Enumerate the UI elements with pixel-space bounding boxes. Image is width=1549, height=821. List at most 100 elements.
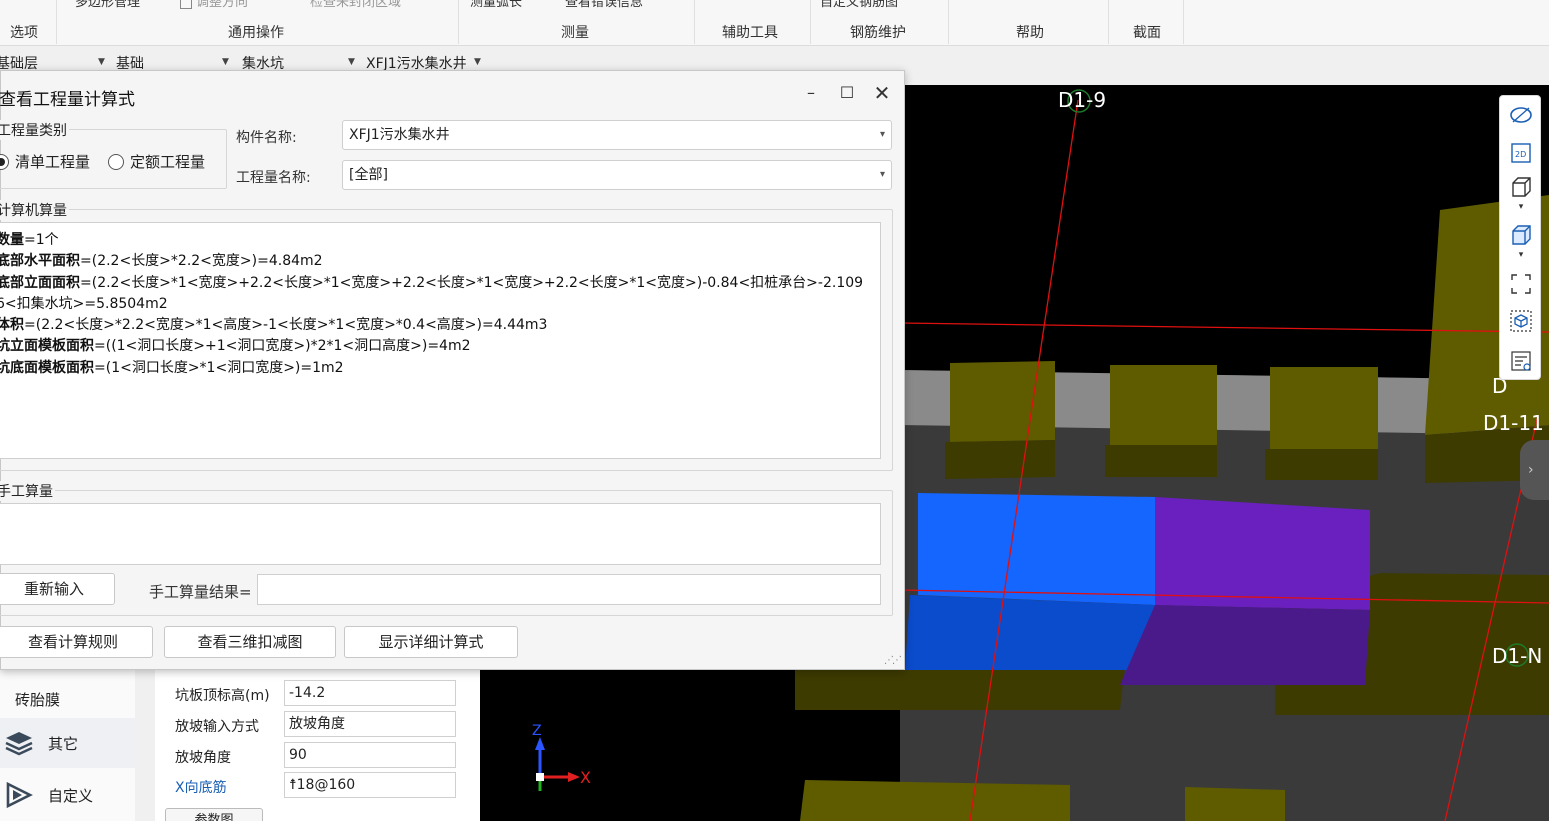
pile-cap-front xyxy=(800,780,1070,821)
reinput-button[interactable]: 重新输入 xyxy=(0,573,115,605)
property-key: X向底筋 xyxy=(175,780,227,796)
view-3d-deduction-button[interactable]: 查看三维扣减图 xyxy=(164,626,336,658)
quantity-name-label: 工程量名称: xyxy=(236,170,311,186)
property-value[interactable]: 90 xyxy=(284,742,456,768)
radio-quota-quantity[interactable]: 定额工程量 xyxy=(108,151,205,172)
computer-calc-textbox[interactable]: 数量=1个 底部水平面积=(2.2<长度>*2.2<宽度>)=4.84m2 底部立面… xyxy=(0,222,881,459)
2d-icon[interactable]: 2D xyxy=(1508,140,1534,166)
layers-icon xyxy=(5,732,33,756)
shaded-cube-icon[interactable] xyxy=(1508,222,1534,248)
component-view-icon[interactable] xyxy=(1508,308,1534,334)
group-aux-tools: 辅助工具 xyxy=(722,25,778,41)
component-combo[interactable]: XFJ1污水集水井 ▾ xyxy=(342,120,892,150)
sump-pit-top xyxy=(918,493,1155,605)
group-general: 通用操作 xyxy=(228,25,284,41)
group-help: 帮助 xyxy=(1016,25,1044,41)
property-value[interactable]: ☨18@160 xyxy=(284,772,456,798)
property-row: X向底筋 ☨18@160 xyxy=(165,771,465,801)
gizmo-origin xyxy=(536,773,544,781)
radio-checked-icon xyxy=(0,153,9,170)
group-section: 截面 xyxy=(1133,25,1161,41)
nav-item-brick-mold[interactable]: 砖胎膜 xyxy=(0,674,135,724)
view-errors-button[interactable]: 查看错误信息 xyxy=(565,0,643,10)
formula-line: 坑底面模板面积=(1<洞口长度>*1<洞口宽度>)=1m2 xyxy=(0,359,344,376)
formula-line: 底部水平面积=(2.2<长度>*2.2<宽度>)=4.84m2 xyxy=(0,253,323,270)
formula-lines: 数量=1个 底部水平面积=(2.2<长度>*2.2<宽度>)=4.84m2 底部立面… xyxy=(0,230,876,379)
manual-result-input[interactable] xyxy=(257,574,881,605)
custom-rebar-button[interactable]: 自定义钢筋图 xyxy=(820,0,898,10)
dialog-title: 查看工程量计算式 xyxy=(0,90,135,110)
chevron-down-icon: ▾ xyxy=(879,169,885,180)
ribbon-separator xyxy=(1183,0,1184,44)
pile-cap xyxy=(1270,367,1378,449)
maximize-icon[interactable]: ☐ xyxy=(835,81,859,105)
pile-cap-side xyxy=(1265,449,1378,480)
adjust-direction-checkbox[interactable]: 调整方向 xyxy=(180,0,248,10)
sump-well-side xyxy=(1120,605,1370,685)
list-view-icon[interactable] xyxy=(1508,348,1534,374)
ribbon-separator xyxy=(810,0,811,44)
chevron-down-icon: ▼ xyxy=(98,57,105,67)
property-value[interactable]: 放坡角度 xyxy=(284,711,456,737)
quantity-name-combo[interactable]: [全部] ▾ xyxy=(342,160,892,190)
view-calc-rules-button[interactable]: 查看计算规则 xyxy=(0,626,153,658)
formula-line: 体积=(2.2<长度>*2.2<宽度>*1<高度>-1<长度>*1<宽度>*0.… xyxy=(0,317,548,334)
property-row: 放坡输入方式 放坡角度 xyxy=(165,710,465,740)
chevron-down-icon[interactable]: ▾ xyxy=(1508,200,1534,214)
z-axis-label: Z xyxy=(532,723,542,739)
radio-list-quantity[interactable]: 清单工程量 xyxy=(0,151,90,172)
axis-label: D1-N xyxy=(1492,644,1543,668)
property-row: 放坡角度 90 xyxy=(165,741,465,771)
chevron-down-icon: ▼ xyxy=(222,57,229,67)
property-row: 坑板顶标高(m) -14.2 xyxy=(165,679,465,709)
show-detail-formula-button[interactable]: 显示详细计算式 xyxy=(344,626,518,658)
checkbox-icon xyxy=(180,0,192,9)
computer-calc-legend: 计算机算量 xyxy=(0,200,69,220)
resize-grip-icon[interactable]: ⋰⋰ xyxy=(884,655,902,666)
group-rebar-maint: 钢筋维护 xyxy=(850,25,906,41)
manual-calc-legend: 手工算量 xyxy=(0,481,55,501)
chevron-down-icon[interactable]: ▾ xyxy=(1508,248,1534,262)
ribbon-separator xyxy=(694,0,695,44)
view-toolbar: 2D ▾ ▾ xyxy=(1499,95,1541,380)
group-measure: 测量 xyxy=(561,25,589,41)
chevron-down-icon: ▾ xyxy=(879,129,885,140)
svg-text:2D: 2D xyxy=(1515,150,1526,159)
nav-item-other[interactable]: 其它 xyxy=(0,718,135,768)
close-icon[interactable]: ✕ xyxy=(870,81,894,105)
check-unclosed-button[interactable]: 检查未封闭区域 xyxy=(310,0,401,10)
x-axis-label: X xyxy=(580,768,591,787)
orbit-icon[interactable] xyxy=(1508,102,1534,128)
pile-cap-side xyxy=(945,440,1055,479)
axis-label: D1-9 xyxy=(1058,88,1107,112)
slab xyxy=(795,665,1125,710)
x-axis-head xyxy=(568,772,580,782)
measure-arc-button[interactable]: 测量弧长 xyxy=(470,0,522,10)
ribbon-separator xyxy=(1108,0,1109,44)
cube-view-icon[interactable] xyxy=(1508,174,1534,200)
axis-label: D1-11 xyxy=(1483,411,1544,435)
chevron-down-icon: ▼ xyxy=(474,57,481,67)
pile-cap-front xyxy=(1185,787,1285,821)
formula-line: 6<扣集水坑>=5.8504m2 xyxy=(0,295,168,312)
play-shape-icon xyxy=(6,782,33,808)
quantity-formula-dialog: 查看工程量计算式 – ☐ ✕ 工程量类别 清单工程量 定额工程量 构件名称: X… xyxy=(0,70,905,670)
collapse-panel-handle[interactable]: › xyxy=(1520,440,1549,500)
property-value[interactable]: -14.2 xyxy=(284,680,456,706)
property-key: 坑板顶标高(m) xyxy=(175,688,270,704)
chevron-down-icon: ▼ xyxy=(348,57,355,67)
sump-well-top xyxy=(1155,497,1370,610)
param-diagram-button[interactable]: 参数图 xyxy=(165,808,263,821)
property-table: 坑板顶标高(m) -14.2 放坡输入方式 放坡角度 放坡角度 90 X向底筋 … xyxy=(155,670,480,821)
fullscreen-icon[interactable] xyxy=(1508,271,1534,297)
pile-cap-side xyxy=(1105,445,1217,477)
pile-cap xyxy=(950,361,1055,442)
manual-calc-textbox[interactable] xyxy=(0,503,881,565)
group-options[interactable]: 选项 xyxy=(10,22,38,42)
polygon-manage-button[interactable]: 多边形管理 xyxy=(75,0,140,10)
minimize-icon[interactable]: – xyxy=(799,81,823,105)
formula-line: 底部立面面积=(2.2<长度>*1<宽度>+2.2<长度>*1<宽度>+2.2<… xyxy=(0,274,864,291)
ribbon: 多边形管理 调整方向 检查未封闭区域 测量弧长 查看错误信息 自定义钢筋图 选项… xyxy=(0,0,1549,46)
nav-item-custom[interactable]: 自定义 xyxy=(0,770,135,820)
formula-line: 坑立面模板面积=((1<洞口长度>+1<洞口宽度>)*2*1<洞口高度>)=4m… xyxy=(0,338,471,355)
